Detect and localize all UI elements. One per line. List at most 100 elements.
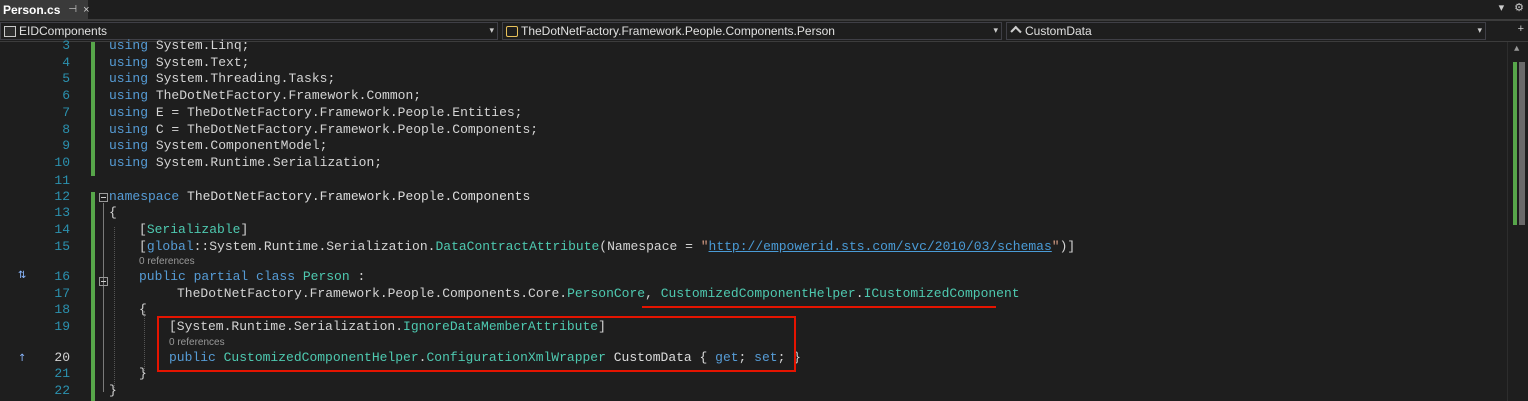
- close-icon[interactable]: ×: [83, 4, 89, 16]
- code-text: .: [855, 285, 864, 301]
- code-line: 22 }: [0, 383, 1500, 400]
- code-text: ::System.Runtime.Serialization.: [193, 238, 436, 254]
- tab-list-dropdown-icon[interactable]: ▾: [1499, 1, 1505, 14]
- line-number: 13: [54, 205, 70, 221]
- code-text: [: [139, 238, 147, 254]
- chevron-down-icon: ▾: [1477, 25, 1482, 35]
- code-text: )]: [1059, 238, 1076, 254]
- add-icon[interactable]: +: [1518, 23, 1524, 35]
- code-line: 9 using System.ComponentModel;: [0, 138, 1500, 155]
- code-line: 14 [Serializable]: [0, 222, 1500, 239]
- code-text: {: [109, 205, 117, 221]
- code-line: 17 TheDotNetFactory.Framework.People.Com…: [0, 286, 1500, 303]
- highlight-box: [157, 316, 796, 372]
- line-number: 15: [54, 238, 70, 254]
- code-text: ]: [240, 221, 249, 237]
- line-number: 3: [62, 38, 70, 53]
- scroll-up-icon[interactable]: ▲: [1514, 44, 1519, 54]
- type-name: ICustomizedComponent: [863, 285, 1020, 301]
- code-line: 11: [0, 173, 1500, 190]
- code-text: System.Runtime.Serialization;: [148, 154, 383, 170]
- code-text: {: [139, 302, 147, 318]
- keyword: using: [109, 54, 149, 70]
- keyword: using: [109, 138, 149, 154]
- line-number: 16: [54, 269, 70, 284]
- change-marker: [1513, 62, 1517, 225]
- line-number: 7: [62, 104, 70, 120]
- schema-url-link[interactable]: http://empowerid.sts.com/svc/2010/03/sch…: [709, 239, 1052, 254]
- type-name: CustomizedComponentHelper: [660, 285, 856, 301]
- code-text: [: [139, 221, 147, 237]
- wrench-icon: [1010, 25, 1022, 37]
- code-line: 6 using TheDotNetFactory.Framework.Commo…: [0, 88, 1500, 105]
- type-name: PersonCore: [567, 285, 646, 301]
- code-line: 5 using System.Threading.Tasks;: [0, 71, 1500, 88]
- line-number: 22: [54, 382, 70, 398]
- code-text: (Namespace =: [599, 238, 701, 254]
- code-line: 10 using System.Runtime.Serialization;: [0, 155, 1500, 172]
- code-text: E = TheDotNetFactory.Framework.People.En…: [148, 104, 523, 120]
- class-icon: [506, 25, 518, 37]
- keyword: using: [109, 88, 149, 104]
- pin-icon[interactable]: ⊣: [68, 4, 77, 15]
- type-name: DataContractAttribute: [435, 238, 600, 254]
- line-number: 6: [62, 88, 70, 104]
- tab-person-cs[interactable]: Person.cs ⊣ ×: [0, 0, 90, 19]
- csharp-project-icon: [4, 25, 16, 37]
- code-text: System.Text;: [148, 54, 250, 70]
- project-name: EIDComponents: [19, 24, 108, 38]
- type-name: Person: [302, 269, 350, 284]
- code-line: 12 namespace TheDotNetFactory.Framework.…: [0, 189, 1500, 206]
- line-number: 11: [54, 173, 70, 188]
- member-name: CustomData: [1025, 24, 1092, 38]
- keyword: public partial class: [139, 269, 296, 284]
- type-name: Serializable: [146, 221, 241, 237]
- code-line: 4 using System.Text;: [0, 55, 1500, 72]
- code-text: C = TheDotNetFactory.Framework.People.Co…: [148, 121, 539, 137]
- code-line: 8 using C = TheDotNetFactory.Framework.P…: [0, 122, 1500, 139]
- code-text: TheDotNetFactory.Framework.Common;: [148, 88, 422, 104]
- line-number: 18: [54, 302, 70, 318]
- code-line: 7 using E = TheDotNetFactory.Framework.P…: [0, 105, 1500, 122]
- line-number: 9: [62, 138, 70, 154]
- chevron-down-icon: ▾: [993, 25, 998, 35]
- type-name: TheDotNetFactory.Framework.People.Compon…: [521, 24, 835, 38]
- code-text: :: [349, 269, 366, 284]
- gear-icon[interactable]: ⚙: [1514, 1, 1524, 14]
- code-line: 13 {: [0, 205, 1500, 222]
- scrollbar-thumb[interactable]: [1519, 62, 1525, 225]
- code-text: System.Linq;: [148, 38, 250, 53]
- keyword: using: [109, 104, 149, 120]
- keyword: namespace: [109, 188, 180, 204]
- code-line: 15 [global::System.Runtime.Serialization…: [0, 239, 1500, 256]
- code-text: TheDotNetFactory.Framework.People.Compon…: [179, 188, 531, 204]
- code-text: }: [109, 382, 117, 398]
- line-number: 21: [54, 366, 70, 382]
- line-number: 8: [62, 121, 70, 137]
- document-tab-bar: Person.cs ⊣ × ▾ ⚙: [0, 0, 1528, 21]
- code-text: ,: [645, 285, 661, 301]
- highlight-underline: [642, 306, 996, 308]
- keyword: using: [109, 38, 149, 53]
- code-text: System.Threading.Tasks;: [148, 71, 336, 87]
- keyword: using: [109, 71, 149, 87]
- chevron-down-icon: ▾: [489, 25, 494, 35]
- line-number: 17: [54, 285, 70, 301]
- keyword: using: [109, 154, 149, 170]
- line-number: 10: [54, 154, 70, 170]
- string-quote: ": [700, 238, 709, 254]
- line-number: 20: [54, 349, 70, 365]
- code-line: 3 using System.Linq;: [0, 38, 1500, 55]
- vertical-scrollbar[interactable]: ▲: [1507, 42, 1528, 401]
- keyword: global: [146, 238, 194, 254]
- code-text: }: [139, 366, 147, 382]
- code-editor[interactable]: ⇅ ↑ 3 using System.Linq; 4 using System.…: [0, 38, 1528, 401]
- line-number: 5: [62, 71, 70, 87]
- code-text: TheDotNetFactory.Framework.People.Compon…: [177, 285, 568, 301]
- string-quote: ": [1051, 238, 1060, 254]
- keyword: using: [109, 121, 149, 137]
- tab-title: Person.cs: [3, 2, 61, 17]
- code-text: System.ComponentModel;: [148, 138, 328, 154]
- line-number: 14: [54, 221, 70, 237]
